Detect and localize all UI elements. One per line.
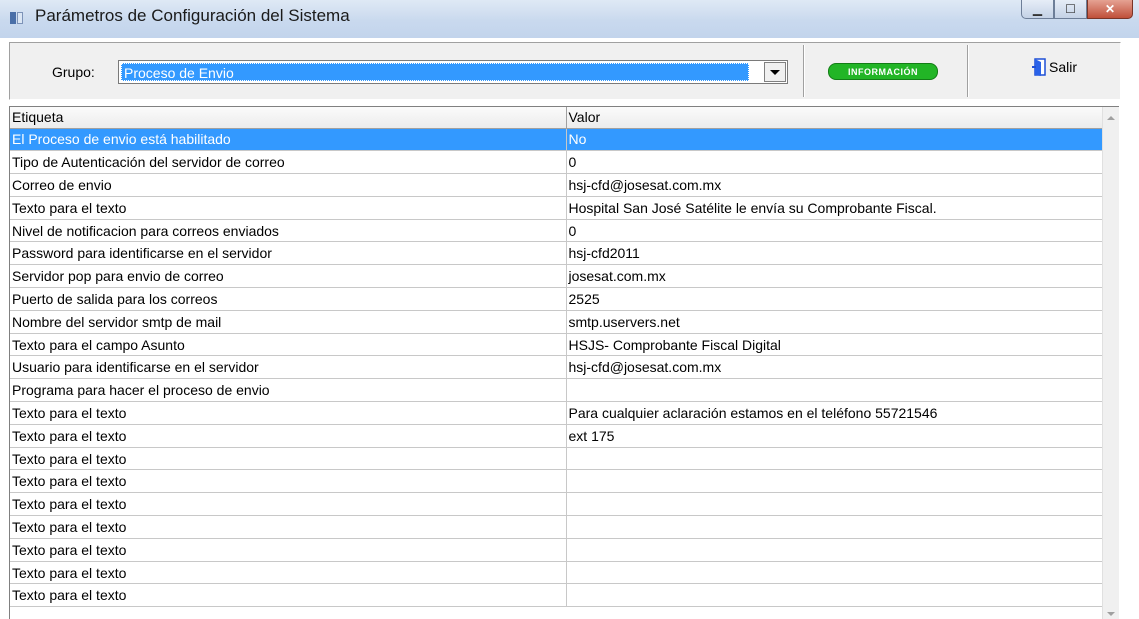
scroll-down-icon[interactable] bbox=[1107, 612, 1115, 616]
cell-etiqueta[interactable]: Texto para el texto bbox=[10, 424, 567, 448]
cell-etiqueta[interactable]: Texto para el texto bbox=[10, 469, 567, 494]
cell-etiqueta[interactable]: Correo de envio bbox=[10, 173, 567, 197]
minimize-button[interactable]: ▁ bbox=[1021, 0, 1054, 19]
table-header-row: Etiqueta Valor bbox=[10, 107, 1112, 129]
table-row[interactable]: Texto para el campo Asunto HSJS- Comproba… bbox=[10, 333, 1112, 357]
cell-etiqueta[interactable]: Texto para el campo Asunto bbox=[10, 333, 567, 357]
table-row[interactable]: Texto para el texto ext 175 bbox=[10, 424, 1112, 448]
cell-etiqueta[interactable]: Servidor pop para envio de correo bbox=[10, 264, 567, 289]
cell-valor[interactable] bbox=[566, 583, 1112, 608]
cell-etiqueta[interactable]: Nivel de notificacion para correos envia… bbox=[10, 219, 567, 243]
maximize-icon: ☐ bbox=[1065, 2, 1076, 16]
cell-valor[interactable]: josesat.com.mx bbox=[566, 264, 1112, 289]
table-row[interactable]: Tipo de Autenticación del servidor de co… bbox=[10, 150, 1112, 175]
table-row[interactable]: Texto para el texto bbox=[10, 515, 1112, 539]
cell-valor[interactable]: 0 bbox=[566, 150, 1112, 175]
grupo-dropdown-button[interactable] bbox=[764, 62, 786, 82]
cell-valor[interactable] bbox=[566, 378, 1112, 403]
cell-valor[interactable]: hsj-cfd@josesat.com.mx bbox=[566, 173, 1112, 197]
cell-etiqueta[interactable]: Texto para el texto bbox=[10, 401, 567, 425]
cell-valor[interactable]: hsj-cfd2011 bbox=[566, 241, 1112, 266]
table-row[interactable]: Texto para el texto Hospital San José Sat… bbox=[10, 196, 1112, 220]
salir-button[interactable]: Salir bbox=[1032, 58, 1077, 76]
cell-valor[interactable]: No bbox=[566, 128, 1112, 152]
cell-valor[interactable] bbox=[566, 447, 1112, 471]
cell-etiqueta[interactable]: Texto para el texto bbox=[10, 492, 567, 517]
cell-etiqueta[interactable]: Texto para el texto bbox=[10, 447, 567, 471]
column-header-etiqueta[interactable]: Etiqueta bbox=[10, 107, 567, 129]
cell-etiqueta[interactable]: Programa para hacer el proceso de envio bbox=[10, 378, 567, 403]
parameters-grid[interactable]: Etiqueta Valor El Proceso de envio está … bbox=[9, 106, 1119, 619]
table-row[interactable]: Nombre del servidor smtp de mail smtp.use… bbox=[10, 310, 1112, 334]
cell-etiqueta[interactable]: Tipo de Autenticación del servidor de co… bbox=[10, 150, 567, 175]
cell-etiqueta[interactable]: Texto para el texto bbox=[10, 515, 567, 539]
title-bar: Parámetros de Configuración del Sistema … bbox=[0, 0, 1139, 38]
table-row[interactable]: Texto para el texto bbox=[10, 583, 1112, 608]
cell-etiqueta[interactable]: Texto para el texto bbox=[10, 196, 567, 220]
window-controls: ▁ ☐ ✕ bbox=[1021, 0, 1133, 20]
informacion-button[interactable]: INFORMACIÓN bbox=[828, 63, 938, 80]
maximize-button[interactable]: ☐ bbox=[1054, 0, 1087, 19]
cell-valor[interactable] bbox=[566, 492, 1112, 517]
scroll-up-icon[interactable] bbox=[1107, 116, 1115, 120]
toolbar-panel: Grupo: Proceso de Envio INFORMACIÓN Sali… bbox=[9, 42, 1121, 100]
exit-door-icon bbox=[1032, 58, 1046, 76]
window-app-icon bbox=[10, 12, 23, 24]
parameters-table: Etiqueta Valor El Proceso de envio está … bbox=[10, 107, 1112, 608]
grupo-selected-value: Proceso de Envio bbox=[121, 63, 749, 81]
table-row[interactable]: Texto para el texto bbox=[10, 492, 1112, 517]
table-row[interactable]: Texto para el texto Para cualquier aclara… bbox=[10, 401, 1112, 425]
cell-etiqueta[interactable]: Puerto de salida para los correos bbox=[10, 287, 567, 311]
close-button[interactable]: ✕ bbox=[1087, 0, 1133, 19]
grupo-select[interactable]: Proceso de Envio bbox=[118, 60, 788, 84]
toolbar-divider bbox=[967, 45, 969, 97]
cell-etiqueta[interactable]: Texto para el texto bbox=[10, 538, 567, 562]
cell-etiqueta[interactable]: Password para identificarse en el servid… bbox=[10, 241, 567, 266]
table-row[interactable]: Programa para hacer el proceso de envio bbox=[10, 378, 1112, 403]
cell-valor[interactable]: 0 bbox=[566, 219, 1112, 243]
column-header-valor[interactable]: Valor bbox=[566, 107, 1112, 129]
cell-valor[interactable]: 2525 bbox=[566, 287, 1112, 311]
cell-etiqueta[interactable]: Texto para el texto bbox=[10, 583, 567, 608]
minimize-icon: ▁ bbox=[1032, 2, 1043, 16]
table-row[interactable]: Password para identificarse en el servid… bbox=[10, 241, 1112, 266]
table-row[interactable]: El Proceso de envio está habilitado No bbox=[10, 128, 1112, 152]
chevron-down-icon bbox=[770, 69, 780, 75]
table-row[interactable]: Nivel de notificacion para correos envia… bbox=[10, 219, 1112, 243]
cell-etiqueta[interactable]: El Proceso de envio está habilitado bbox=[10, 128, 567, 152]
cell-etiqueta[interactable]: Usuario para identificarse en el servido… bbox=[10, 355, 567, 380]
table-row[interactable]: Texto para el texto bbox=[10, 469, 1112, 494]
cell-valor[interactable]: Para cualquier aclaración estamos en el … bbox=[566, 401, 1112, 425]
table-row[interactable]: Texto para el texto bbox=[10, 447, 1112, 471]
cell-valor[interactable] bbox=[566, 538, 1112, 562]
cell-valor[interactable] bbox=[566, 515, 1112, 539]
table-row[interactable]: Usuario para identificarse en el servido… bbox=[10, 355, 1112, 380]
vertical-scrollbar[interactable] bbox=[1102, 107, 1119, 619]
close-icon: ✕ bbox=[1104, 2, 1116, 16]
table-row[interactable]: Texto para el texto bbox=[10, 561, 1112, 585]
table-row[interactable]: Puerto de salida para los correos 2525 bbox=[10, 287, 1112, 311]
toolbar-divider bbox=[803, 45, 805, 97]
table-row[interactable]: Texto para el texto bbox=[10, 538, 1112, 562]
cell-etiqueta[interactable]: Texto para el texto bbox=[10, 561, 567, 585]
table-row[interactable]: Correo de envio hsj-cfd@josesat.com.mx bbox=[10, 173, 1112, 197]
cell-valor[interactable]: Hospital San José Satélite le envía su C… bbox=[566, 196, 1112, 220]
cell-valor[interactable] bbox=[566, 469, 1112, 494]
salir-label: Salir bbox=[1049, 59, 1078, 75]
table-row[interactable]: Servidor pop para envio de correo josesat… bbox=[10, 264, 1112, 289]
window-title: Parámetros de Configuración del Sistema bbox=[35, 6, 350, 25]
cell-etiqueta[interactable]: Nombre del servidor smtp de mail bbox=[10, 310, 567, 334]
cell-valor[interactable]: smtp.uservers.net bbox=[566, 310, 1112, 334]
cell-valor[interactable]: ext 175 bbox=[566, 424, 1112, 448]
grupo-label: Grupo: bbox=[52, 64, 95, 80]
cell-valor[interactable]: hsj-cfd@josesat.com.mx bbox=[566, 355, 1112, 380]
cell-valor[interactable] bbox=[566, 561, 1112, 585]
cell-valor[interactable]: HSJS- Comprobante Fiscal Digital bbox=[566, 333, 1112, 357]
